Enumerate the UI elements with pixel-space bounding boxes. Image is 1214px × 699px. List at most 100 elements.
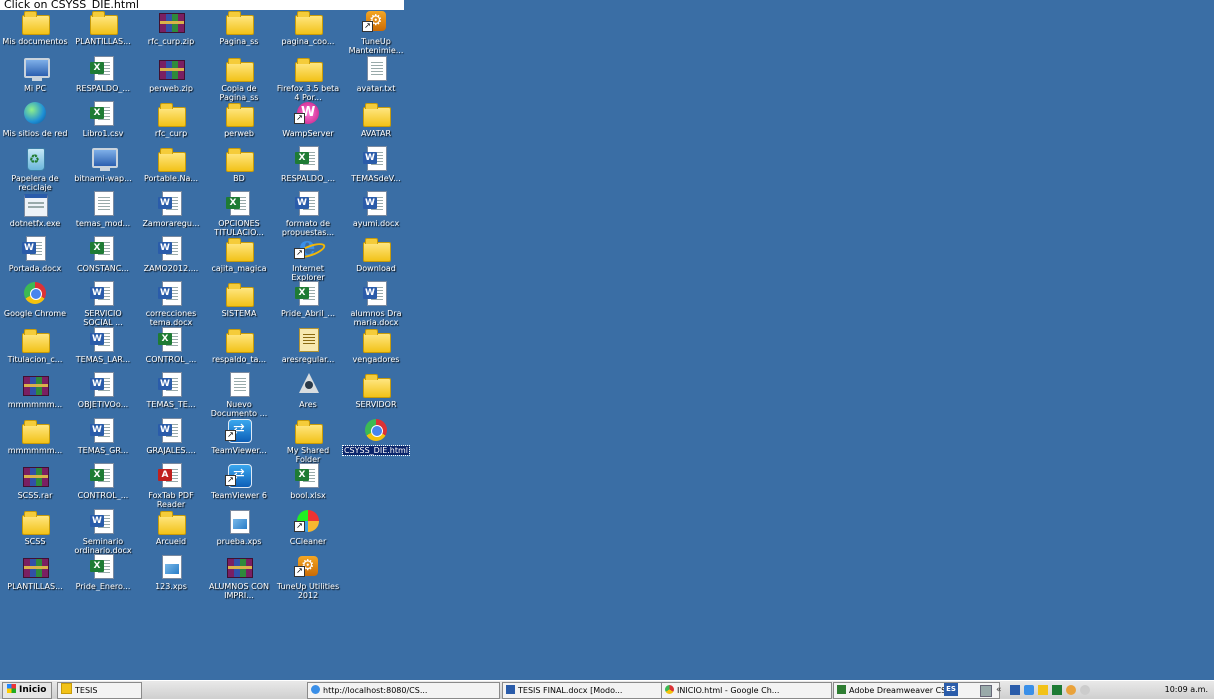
language-indicator[interactable]: ES [944,683,958,696]
yellow-icon [293,326,323,352]
word-icon: W [156,417,186,443]
word-icon: W [88,280,118,306]
word-icon: W [88,371,118,397]
word-icon: W [88,417,118,443]
folder-icon [88,8,118,35]
desktop-icon[interactable]: ALUMNOS CON IMPRI... [205,553,273,615]
tuneup-icon [361,8,391,34]
taskbar-button-label: INICIO.html - Google Ch... [677,686,780,695]
ie-icon [311,685,320,694]
monitor-icon [20,55,50,81]
desktop: Mis documentos PLANTILLAS... rfc_curp.zip P… [0,6,1214,680]
desktop-icon-label: ZAMO2012.... [143,264,199,273]
rar-icon [20,553,50,579]
desktop-icon-label: SERVIDOR [355,400,397,409]
desktop-icon-label: Mis sitios de red [2,129,68,138]
network-tray-icon[interactable] [1024,685,1034,695]
folder-icon [156,145,186,172]
shortcut-arrow-icon [225,475,236,486]
desktop-icon-label: CSYSS_DIE.html [342,445,410,456]
desktop-icon-label: dotnetfx.exe [9,219,61,228]
excel-icon: X [88,100,118,126]
excel-icon: X [88,235,118,261]
word-icon: W [88,508,118,534]
system-tray: ES « 10:09 a.m. [944,682,1212,697]
rar-icon [20,462,50,488]
folder-icon [61,683,72,694]
desktop-icon-label: Ares [299,400,317,409]
folder-icon [224,145,254,172]
monitor-icon [88,145,118,171]
update-tray-icon[interactable] [1066,685,1076,695]
tv-icon [224,462,254,488]
rar-icon [20,371,50,397]
folder-icon [20,508,50,535]
folder-icon [293,8,323,35]
excel-icon: X [224,190,254,216]
start-label: Inicio [19,685,47,695]
desktop-icon-label: Titulacion_c... [7,355,63,364]
desktop-icon-label: OBJETIVOo... [77,400,129,409]
taskbar-button-chrome[interactable]: INICIO.html - Google Ch... [661,682,832,699]
security-tray-icon[interactable] [1052,685,1062,695]
desktop-icon-label: Nuevo Documento ... [210,400,268,418]
volume-icon[interactable] [1080,685,1090,695]
taskbar-button-label: Adobe Dreamweaver CS... [849,686,954,695]
folder-icon [293,417,323,444]
desktop-icon-label: Portable.Na... [143,174,199,183]
desktop-icon-label: prueba.xps [216,537,262,546]
chrome-icon [20,280,50,306]
shortcut-arrow-icon [294,248,305,259]
word-icon: W [361,280,391,306]
dreamweaver-icon [837,685,846,694]
desktop-icon-label: TuneUp Mantenimie... [348,37,404,55]
folder-icon [224,280,254,307]
desktop-icon-label: Libro1.csv [82,129,124,138]
chrome-icon [361,417,391,443]
folder-tray-icon[interactable] [1038,685,1048,695]
folder-icon [156,100,186,127]
desktop-icon-label: TEMAS_GR... [77,446,129,455]
folder-icon [361,326,391,353]
folder-icon [156,508,186,535]
desktop-icon[interactable]: 123.xps [137,553,205,615]
desktop-icon-label: GRAJALES.... [146,446,196,455]
desktop-icon-label: RESPALDO_... [75,84,131,93]
cc-icon [293,508,323,534]
display-icon[interactable] [980,685,992,697]
word-tray-icon[interactable] [1010,685,1020,695]
excel-icon: X [293,145,323,171]
desktop-icon-label: Pride_Enero... [75,582,131,591]
taskbar-button-tesis-final[interactable]: TESIS FINAL.docx [Modo... [502,682,662,699]
desktop-icon-label: vengadores [352,355,400,364]
clock[interactable]: 10:09 a.m. [1165,682,1208,697]
ares-icon [293,371,323,397]
desktop-icon[interactable]: CSYSS_DIE.html [342,417,410,479]
taskbar-button-tesis[interactable]: TESIS [57,682,142,699]
desktop-icon-label: TEMAS_LAR... [75,355,131,364]
word-icon: W [361,190,391,216]
word-icon: W [156,280,186,306]
xps-icon [156,553,186,579]
desktop-icon[interactable]: X Pride_Enero... [69,553,137,615]
folder-icon [361,371,391,398]
desktop-icon-label: Download [356,264,396,273]
start-button[interactable]: Inicio [2,682,53,699]
desktop-icon-label: BD [233,174,245,183]
tuneup-icon [293,553,323,579]
taskbar-button-localhost[interactable]: http://localhost:8080/CS... [307,682,500,699]
desktop-icon-label: Portada.docx [8,264,62,273]
desktop-icon[interactable]: TuneUp Utilities 2012 [274,553,342,615]
desktop-icon-label: PLANTILLAS... [75,37,131,46]
folder-icon [224,8,254,35]
desktop-icon-label: CONSTANC... [77,264,129,273]
desktop-icon[interactable]: PLANTILLAS... [1,553,69,615]
folder-icon [361,235,391,262]
desktop-icon-label: TEMASdeV... [351,174,401,183]
windows-logo-icon [7,684,16,693]
rar-icon [156,8,186,34]
expand-tray-icon[interactable]: « [996,685,1006,695]
desktop-icon-label: Pagina_ss [219,37,259,46]
desktop-icon-label: TeamViewer... [211,446,267,455]
excel-icon: X [156,326,186,352]
